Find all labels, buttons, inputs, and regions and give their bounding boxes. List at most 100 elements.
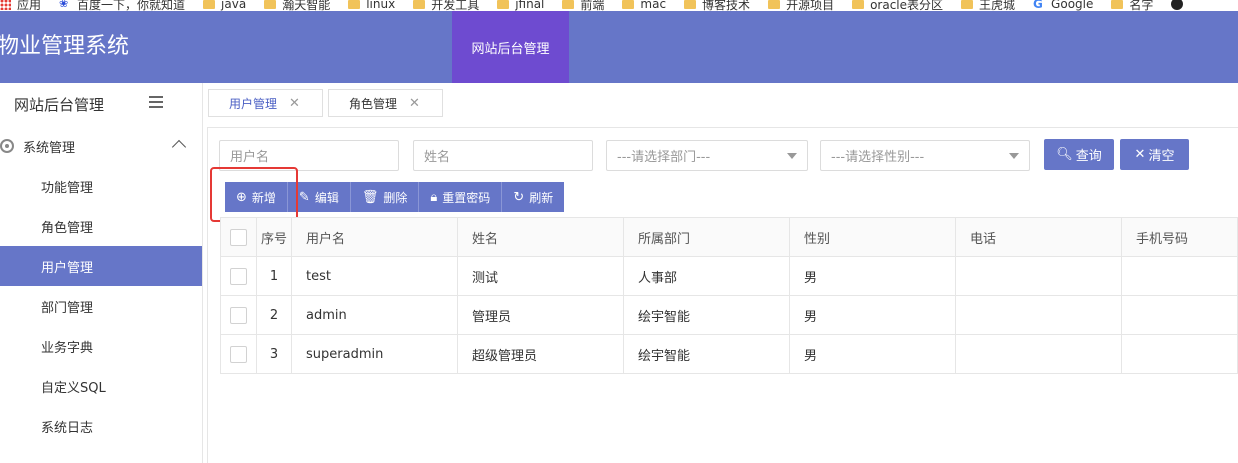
column-header[interactable]: 手机号码 <box>1121 217 1238 257</box>
gender-select[interactable]: ---请选择性别--- <box>820 140 1030 171</box>
bookmark-folder[interactable]: 王虎城 <box>961 0 1015 11</box>
pencil-icon: ✎ <box>298 189 310 205</box>
folder-icon <box>768 0 781 9</box>
table-row[interactable]: 2 admin 管理员 绘宇智能 男 <box>220 295 1238 335</box>
refresh-button[interactable]: ↻ 刷新 <box>502 182 565 212</box>
column-header[interactable]: 用户名 <box>291 217 458 257</box>
cell-name: 管理员 <box>457 295 624 335</box>
cell-department: 绘宇智能 <box>623 295 790 335</box>
folder-icon <box>622 0 635 9</box>
add-button-label: 新增 <box>251 190 276 205</box>
search-icon: 🔍︎ <box>1056 147 1073 162</box>
row-checkbox[interactable] <box>230 306 247 324</box>
department-select[interactable]: ---请选择部门--- <box>606 140 808 171</box>
query-button[interactable]: 🔍︎ 查询 <box>1044 139 1114 170</box>
table-header-row: 序号 用户名 姓名 所属部门 性别 电话 手机号码 <box>220 217 1238 257</box>
row-select-cell <box>220 256 257 296</box>
cell-name: 超级管理员 <box>457 334 624 374</box>
sidebar-item-system-log[interactable]: 系统日志 <box>0 406 202 446</box>
sidebar-item-users[interactable]: 用户管理 <box>0 246 202 286</box>
menu-toggle-icon[interactable] <box>149 96 163 108</box>
column-header[interactable]: 所属部门 <box>623 217 790 257</box>
sidebar-title: 网站后台管理 <box>14 96 105 114</box>
bookmark-baidu[interactable]: ❀ 百度一下，你就知道 <box>59 0 185 11</box>
cell-department: 绘宇智能 <box>623 334 790 374</box>
user-table: 序号 用户名 姓名 所属部门 性别 电话 手机号码 1 test 测试 人事部 … <box>220 217 1238 374</box>
clear-button[interactable]: ✕ 清空 <box>1120 139 1189 170</box>
close-icon[interactable]: ✕ <box>289 96 300 111</box>
refresh-button-label: 刷新 <box>529 190 554 205</box>
cell-gender: 男 <box>789 256 956 296</box>
column-header[interactable]: 性别 <box>789 217 956 257</box>
caret-down-icon <box>787 153 797 159</box>
select-all-cell <box>220 217 257 257</box>
column-header[interactable]: 姓名 <box>457 217 624 257</box>
top-tab-site-admin[interactable]: 网站后台管理 <box>452 11 569 83</box>
bookmark-apps[interactable]: 应用 <box>0 0 41 11</box>
bookmark-folder[interactable]: 瀚天智能 <box>264 0 330 11</box>
gear-icon <box>0 139 14 153</box>
caret-down-icon <box>1009 153 1019 159</box>
bookmark-folder[interactable]: oracle表分区 <box>852 0 943 11</box>
folder-icon <box>413 0 426 9</box>
row-checkbox[interactable] <box>230 345 247 363</box>
bookmark-folder[interactable]: 开源项目 <box>768 0 834 11</box>
add-button[interactable]: ⊕ 新增 <box>225 182 288 212</box>
folder-icon <box>852 0 865 9</box>
row-select-cell <box>220 295 257 335</box>
department-select-value: ---请选择部门--- <box>617 150 711 165</box>
sidebar-header: 网站后台管理 <box>0 83 202 126</box>
delete-button[interactable]: 🗑︎ 删除 <box>350 182 420 212</box>
row-number: 2 <box>256 295 292 335</box>
cell-mobile <box>1121 256 1238 296</box>
sidebar-item-dictionary[interactable]: 业务字典 <box>0 326 202 366</box>
bookmark-folder[interactable]: 博客技术 <box>684 0 750 11</box>
folder-icon <box>1111 0 1124 9</box>
row-number: 3 <box>256 334 292 374</box>
globe-icon <box>1171 0 1184 10</box>
name-input[interactable]: 姓名 <box>413 140 593 171</box>
bookmark-google[interactable]: G Google <box>1033 0 1093 11</box>
reset-password-button-label: 重置密码 <box>442 190 491 205</box>
row-checkbox[interactable] <box>230 267 247 285</box>
folder-icon <box>497 0 510 9</box>
sidebar-group-label: 系统管理 <box>23 140 76 156</box>
baidu-icon: ❀ <box>59 0 69 10</box>
app-title: 物业管理系统 <box>0 34 130 59</box>
tab-role-management[interactable]: 角色管理 ✕ <box>328 89 443 117</box>
cell-mobile <box>1121 295 1238 335</box>
gender-select-value: ---请选择性别--- <box>831 150 925 165</box>
sidebar-item-roles[interactable]: 角色管理 <box>0 206 202 246</box>
app-header: 物业管理系统 网站后台管理 <box>0 11 1238 83</box>
sidebar-item-custom-sql[interactable]: 自定义SQL <box>0 366 202 406</box>
bookmark-folder[interactable]: jfinal <box>497 0 544 11</box>
bookmark-folder[interactable]: 前端 <box>562 0 604 11</box>
refresh-icon: ↻ <box>513 189 525 205</box>
column-header[interactable]: 电话 <box>955 217 1122 257</box>
sidebar: 网站后台管理 系统管理 功能管理 角色管理 用户管理 部门管理 业务字典 自定义… <box>0 83 203 463</box>
cell-gender: 男 <box>789 295 956 335</box>
cell-phone <box>955 295 1122 335</box>
bookmark-folder[interactable]: 开发工具 <box>413 0 479 11</box>
table-row[interactable]: 3 superadmin 超级管理员 绘宇智能 男 <box>220 334 1238 374</box>
tab-label: 角色管理 <box>349 96 398 111</box>
sidebar-item-departments[interactable]: 部门管理 <box>0 286 202 326</box>
tab-user-management[interactable]: 用户管理 ✕ <box>208 89 323 117</box>
folder-icon <box>264 0 277 9</box>
cell-username: admin <box>291 295 458 335</box>
close-icon[interactable]: ✕ <box>409 96 420 111</box>
select-all-checkbox[interactable] <box>230 228 247 246</box>
bookmark-folder[interactable]: linux <box>348 0 395 11</box>
bookmark-folder[interactable]: mac <box>622 0 666 11</box>
sidebar-item-functions[interactable]: 功能管理 <box>0 166 202 206</box>
edit-button[interactable]: ✎ 编辑 <box>287 182 351 212</box>
cell-name: 测试 <box>457 256 624 296</box>
username-input[interactable]: 用户名 <box>219 140 399 171</box>
reset-password-button[interactable]: 🔒︎ 重置密码 <box>419 182 503 212</box>
table-row[interactable]: 1 test 测试 人事部 男 <box>220 256 1238 296</box>
close-icon: ✕ <box>1134 147 1146 162</box>
bookmark-folder[interactable]: 名字 <box>1111 0 1153 11</box>
sidebar-group-system[interactable]: 系统管理 <box>0 126 202 166</box>
bookmark-globe[interactable] <box>1171 0 1189 11</box>
bookmark-folder[interactable]: java <box>203 0 246 11</box>
